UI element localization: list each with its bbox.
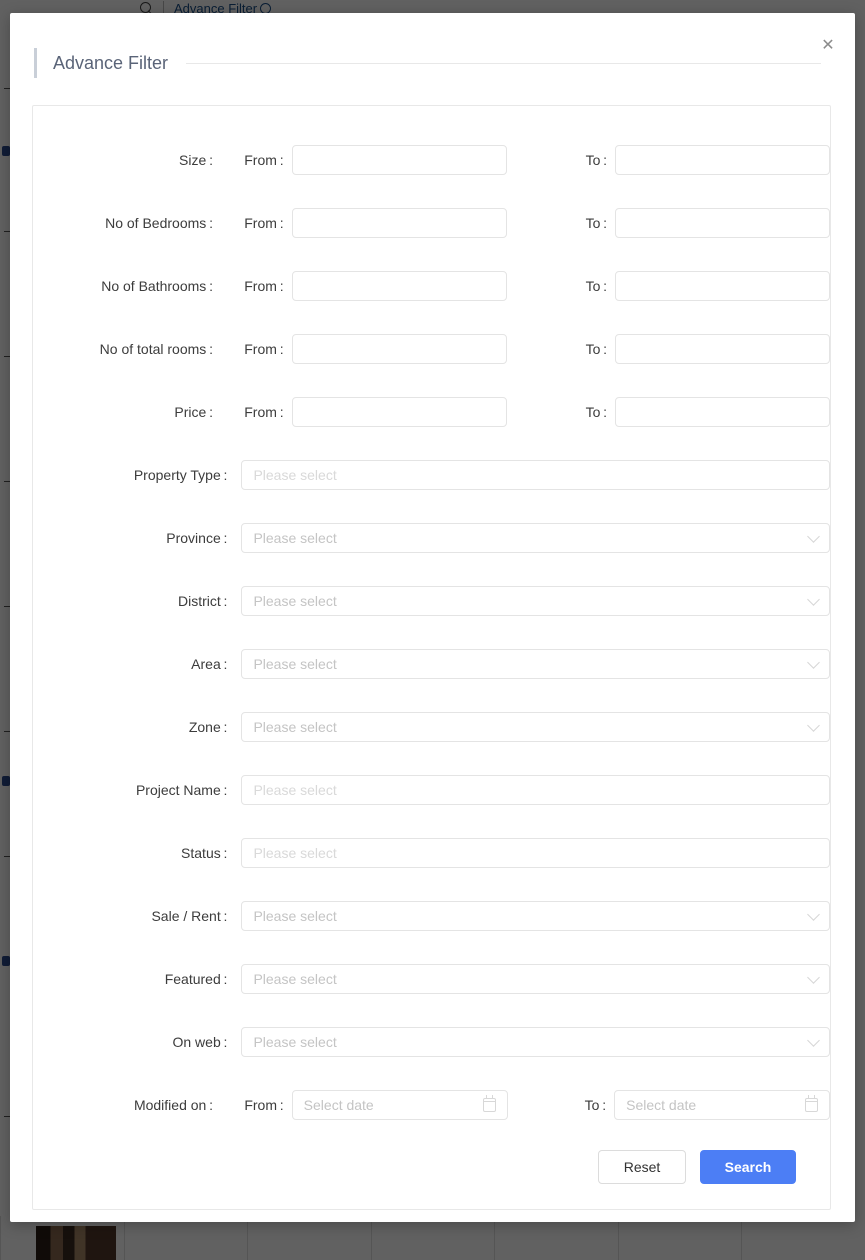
field-label: Property Type : bbox=[33, 468, 227, 482]
form-row-bedrooms: No of Bedrooms : From : To : bbox=[33, 191, 830, 254]
form-row-total-rooms: No of total rooms : From : To : bbox=[33, 317, 830, 380]
title-accent-bar bbox=[34, 48, 37, 78]
select-placeholder: Please select bbox=[253, 908, 336, 924]
area-select[interactable]: Please select bbox=[241, 649, 830, 679]
from-label: From : bbox=[227, 279, 284, 293]
select-placeholder: Please select bbox=[253, 782, 336, 798]
modified-on-to-datepicker[interactable]: Select date bbox=[614, 1090, 830, 1120]
from-label: From : bbox=[227, 1098, 284, 1112]
field-label: Project Name : bbox=[33, 783, 227, 797]
zone-select[interactable]: Please select bbox=[241, 712, 830, 742]
bedrooms-from-input[interactable] bbox=[292, 208, 507, 238]
form-row-size: Size : From : To : bbox=[33, 128, 830, 191]
province-select[interactable]: Please select bbox=[241, 523, 830, 553]
modal-header: Advance Filter bbox=[10, 13, 855, 89]
reset-button[interactable]: Reset bbox=[598, 1150, 686, 1184]
field-label: Area : bbox=[33, 657, 227, 671]
to-label: To : bbox=[571, 342, 608, 356]
modified-on-from-datepicker[interactable]: Select date bbox=[292, 1090, 508, 1120]
form-row-property-type: Property Type : Please select bbox=[33, 443, 830, 506]
field-label: No of Bedrooms : bbox=[33, 216, 213, 230]
field-label: No of total rooms : bbox=[33, 342, 213, 356]
filter-form-panel: Size : From : To : No of Bedrooms : From… bbox=[32, 105, 831, 1210]
chevron-down-icon bbox=[807, 1034, 820, 1047]
form-row-sale-rent: Sale / Rent : Please select bbox=[33, 884, 830, 947]
select-placeholder: Please select bbox=[253, 719, 336, 735]
to-label: To : bbox=[571, 153, 608, 167]
to-label: To : bbox=[570, 1098, 607, 1112]
field-label: Zone : bbox=[33, 720, 227, 734]
form-row-status: Status : Please select bbox=[33, 821, 830, 884]
form-row-on-web: On web : Please select bbox=[33, 1010, 830, 1073]
bathrooms-to-input[interactable] bbox=[615, 271, 830, 301]
calendar-icon bbox=[805, 1098, 818, 1112]
status-select[interactable]: Please select bbox=[241, 838, 830, 868]
field-label: Featured : bbox=[33, 972, 227, 986]
form-row-project-name: Project Name : Please select bbox=[33, 758, 830, 821]
calendar-icon bbox=[483, 1098, 496, 1112]
date-placeholder: Select date bbox=[626, 1097, 696, 1113]
district-select[interactable]: Please select bbox=[241, 586, 830, 616]
form-row-modified-on: Modified on : From : Select date To : Se… bbox=[33, 1073, 830, 1136]
field-label: Sale / Rent : bbox=[33, 909, 227, 923]
form-actions: Reset Search bbox=[33, 1150, 830, 1184]
advance-filter-modal: ✕ Advance Filter Size : From : To : No o… bbox=[10, 13, 855, 1222]
chevron-down-icon bbox=[807, 971, 820, 984]
select-placeholder: Please select bbox=[253, 467, 336, 483]
field-label: Status : bbox=[33, 846, 227, 860]
bathrooms-from-input[interactable] bbox=[292, 271, 507, 301]
field-label: District : bbox=[33, 594, 227, 608]
form-row-zone: Zone : Please select bbox=[33, 695, 830, 758]
chevron-down-icon bbox=[807, 593, 820, 606]
field-label: On web : bbox=[33, 1035, 227, 1049]
price-to-input[interactable] bbox=[615, 397, 830, 427]
form-row-featured: Featured : Please select bbox=[33, 947, 830, 1010]
size-from-input[interactable] bbox=[292, 145, 507, 175]
project-name-select[interactable]: Please select bbox=[241, 775, 830, 805]
to-label: To : bbox=[571, 279, 608, 293]
select-placeholder: Please select bbox=[253, 1034, 336, 1050]
field-label: Modified on : bbox=[33, 1098, 213, 1112]
form-row-bathrooms: No of Bathrooms : From : To : bbox=[33, 254, 830, 317]
on-web-select[interactable]: Please select bbox=[241, 1027, 830, 1057]
select-placeholder: Please select bbox=[253, 971, 336, 987]
select-placeholder: Please select bbox=[253, 593, 336, 609]
chevron-down-icon bbox=[807, 656, 820, 669]
from-label: From : bbox=[227, 342, 284, 356]
total-rooms-from-input[interactable] bbox=[292, 334, 507, 364]
search-button[interactable]: Search bbox=[700, 1150, 796, 1184]
featured-select[interactable]: Please select bbox=[241, 964, 830, 994]
form-row-price: Price : From : To : bbox=[33, 380, 830, 443]
chevron-down-icon bbox=[807, 908, 820, 921]
chevron-down-icon bbox=[807, 530, 820, 543]
select-placeholder: Please select bbox=[253, 656, 336, 672]
bedrooms-to-input[interactable] bbox=[615, 208, 830, 238]
total-rooms-to-input[interactable] bbox=[615, 334, 830, 364]
field-label: Price : bbox=[33, 405, 213, 419]
property-type-select[interactable]: Please select bbox=[241, 460, 830, 490]
header-rule bbox=[186, 63, 821, 64]
field-label: Province : bbox=[33, 531, 227, 545]
select-placeholder: Please select bbox=[253, 530, 336, 546]
from-label: From : bbox=[227, 216, 284, 230]
select-placeholder: Please select bbox=[253, 845, 336, 861]
form-row-area: Area : Please select bbox=[33, 632, 830, 695]
to-label: To : bbox=[571, 405, 608, 419]
form-row-district: District : Please select bbox=[33, 569, 830, 632]
from-label: From : bbox=[227, 153, 284, 167]
price-from-input[interactable] bbox=[292, 397, 507, 427]
size-to-input[interactable] bbox=[615, 145, 830, 175]
close-icon[interactable]: ✕ bbox=[814, 32, 842, 60]
to-label: To : bbox=[571, 216, 608, 230]
date-placeholder: Select date bbox=[304, 1097, 374, 1113]
field-label: Size : bbox=[33, 153, 213, 167]
chevron-down-icon bbox=[807, 719, 820, 732]
sale-rent-select[interactable]: Please select bbox=[241, 901, 830, 931]
page-title: Advance Filter bbox=[53, 53, 168, 74]
field-label: No of Bathrooms : bbox=[33, 279, 213, 293]
form-row-province: Province : Please select bbox=[33, 506, 830, 569]
from-label: From : bbox=[227, 405, 284, 419]
